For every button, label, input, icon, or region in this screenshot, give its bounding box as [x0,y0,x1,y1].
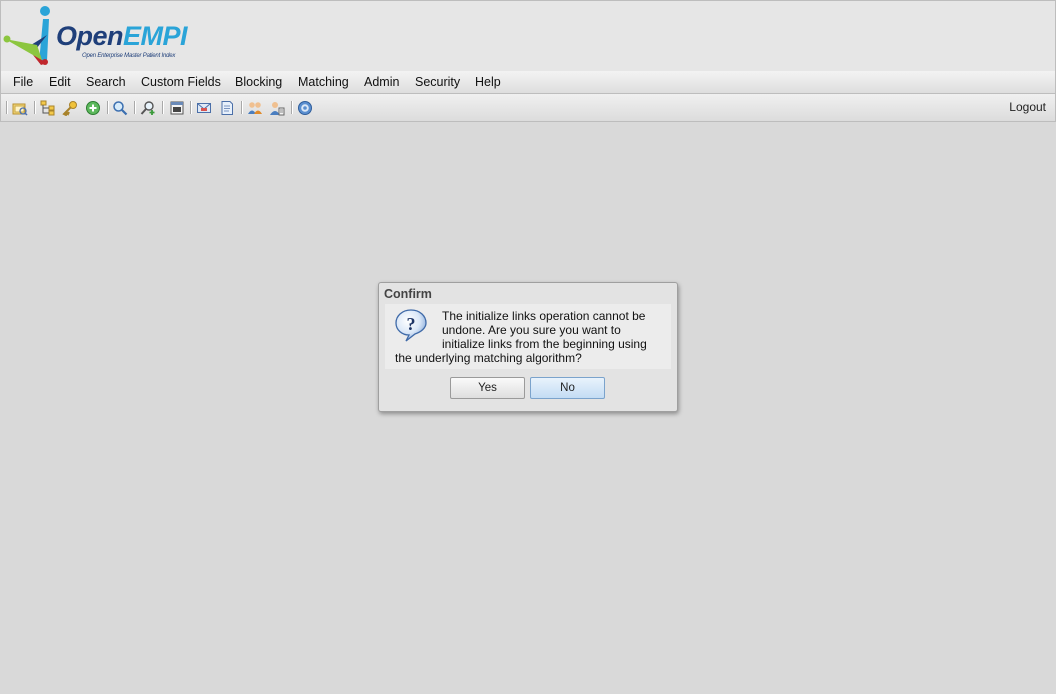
menu-edit[interactable]: Edit [43,71,77,93]
open-folder-icon[interactable] [11,99,29,116]
logo-tagline: Open Enterprise Master Patient Index [82,53,176,59]
logout-link[interactable]: Logout [1009,94,1046,121]
menu-blocking[interactable]: Blocking [229,71,288,93]
toolbar-separator [6,101,8,114]
menu-custom-fields[interactable]: Custom Fields [135,71,227,93]
dialog-title: Confirm [384,287,432,301]
help-icon[interactable] [296,99,314,116]
no-button[interactable]: No [530,377,605,399]
users-icon[interactable] [246,99,264,116]
email-icon[interactable] [195,99,213,116]
logo-figure-icon [3,6,50,65]
calendar-icon[interactable] [168,99,186,116]
toolbar-separator [241,101,243,114]
logo-open-text: Open [56,21,124,51]
logo-wordmark: OpenEMPI [56,21,188,51]
confirm-dialog: Confirm ? The initialize links operation… [378,282,678,412]
menu-security[interactable]: Security [409,71,466,93]
toolbar-separator [291,101,293,114]
search-icon[interactable] [111,99,129,116]
menu-admin[interactable]: Admin [358,71,405,93]
dialog-message-container: The initialize links operation cannot be… [395,309,665,365]
key-icon[interactable] [61,99,79,116]
toolbar-separator [162,101,164,114]
toolbar-separator [107,101,109,114]
menu-matching[interactable]: Matching [292,71,355,93]
app-window: OpenEMPI Open Enterprise Master Patient … [0,0,1056,694]
toolbar-separator [134,101,136,114]
toolbar-separator [190,101,192,114]
advanced-search-icon[interactable] [139,99,157,116]
menu-help[interactable]: Help [469,71,507,93]
tree-structure-icon[interactable] [39,99,57,116]
add-circle-icon[interactable] [84,99,102,116]
menu-file[interactable]: File [7,71,39,93]
yes-button[interactable]: Yes [450,377,525,399]
logo-empi-text: EMPI [123,21,188,51]
dialog-body: ? The initialize links operation cannot … [385,304,671,369]
toolbar-separator [34,101,36,114]
menu-search[interactable]: Search [80,71,132,93]
menu-bar: File Edit Search Custom Fields Blocking … [0,71,1056,94]
openempi-logo: OpenEMPI Open Enterprise Master Patient … [3,5,193,65]
toolbar: Logout [0,94,1056,122]
user-identity-icon[interactable] [268,99,286,116]
header: OpenEMPI Open Enterprise Master Patient … [0,0,1056,72]
document-icon[interactable] [218,99,236,116]
